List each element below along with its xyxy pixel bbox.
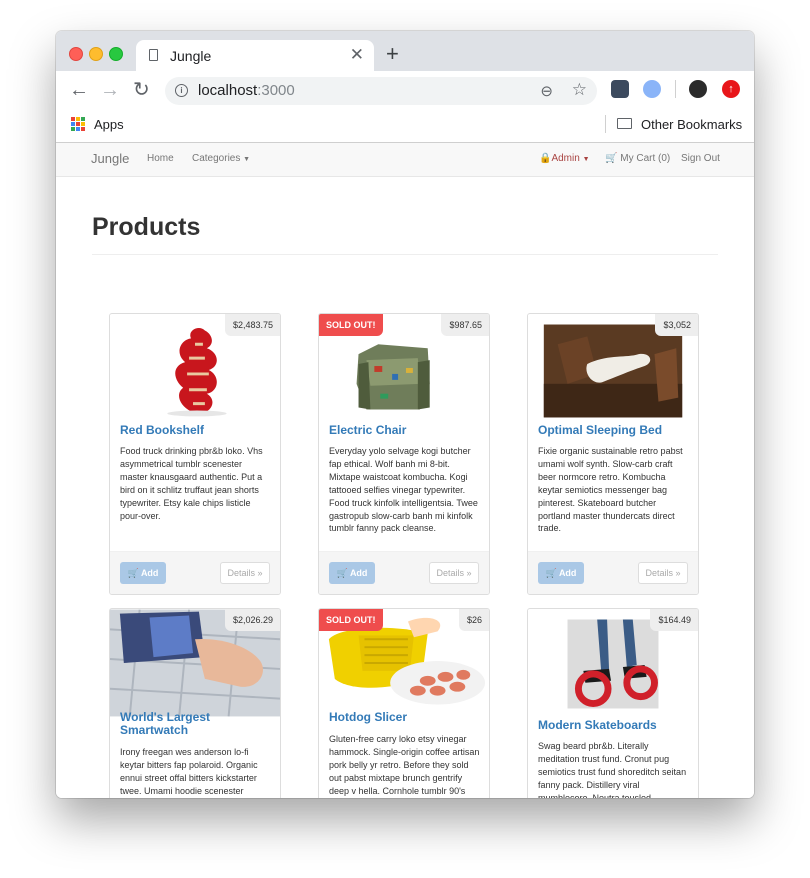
details-button[interactable]: Details » xyxy=(220,562,270,584)
product-description: Food truck drinking pbr&b loko. Vhs asym… xyxy=(120,446,263,521)
app-navbar: Jungle Home Categories ▼ 🔒Admin ▼ 🛒 My C… xyxy=(56,143,754,177)
page-title: Products xyxy=(92,213,201,241)
cart-icon: 🛒 xyxy=(545,568,557,578)
tab-strip: Jungle ✕ + xyxy=(56,31,754,71)
card-footer: 🛒 Add Details » xyxy=(110,551,280,594)
price-badge: $987.65 xyxy=(441,314,489,336)
extension-icon[interactable] xyxy=(643,80,661,98)
caret-down-icon: ▼ xyxy=(582,156,590,163)
nav-signout-link[interactable]: Sign Out xyxy=(681,153,720,164)
add-to-cart-button[interactable]: 🛒 Add xyxy=(538,562,584,584)
browser-tab[interactable]: Jungle ✕ xyxy=(136,40,374,71)
site-info-icon[interactable]: i xyxy=(175,84,188,97)
tab-title: Jungle xyxy=(170,48,212,64)
apps-icon[interactable] xyxy=(71,117,85,131)
details-button[interactable]: Details » xyxy=(638,562,688,584)
toolbar-divider xyxy=(675,80,676,98)
price-badge: $3,052 xyxy=(655,314,698,336)
product-description: Fixie organic sustainable retro pabst um… xyxy=(538,446,683,534)
address-bar[interactable]: i localhost:3000 ⊖ ☆ xyxy=(165,77,597,105)
cart-icon: 🛒 xyxy=(127,568,139,578)
page-icon xyxy=(149,49,158,61)
add-to-cart-button[interactable]: 🛒 Add xyxy=(120,562,166,584)
minimize-window-button[interactable] xyxy=(89,47,103,61)
nav-admin-dropdown[interactable]: 🔒Admin ▼ xyxy=(539,153,590,164)
back-icon[interactable]: ← xyxy=(69,80,89,100)
folder-icon xyxy=(617,118,632,129)
cart-icon: 🛒 xyxy=(336,568,348,578)
title-divider xyxy=(92,254,718,255)
extension-icon[interactable] xyxy=(611,80,629,98)
url-text: localhost:3000 xyxy=(198,82,295,99)
new-tab-icon[interactable]: + xyxy=(386,41,399,67)
browser-toolbar: ← → ↻ i localhost:3000 ⊖ ☆ ↑ xyxy=(56,71,754,109)
product-description: Everyday yolo selvage kogi butcher fap e… xyxy=(329,446,478,534)
product-description: Gluten-free carry loko etsy vinegar hamm… xyxy=(329,734,480,796)
product-name[interactable]: Electric Chair xyxy=(329,424,479,437)
product-card: $2,026.29 World's Largest Smartwatch Iro… xyxy=(109,608,281,798)
product-card: $3,052 Optimal Sleeping Bed Fixie organi… xyxy=(527,313,699,595)
close-window-button[interactable] xyxy=(69,47,83,61)
price-badge: $26 xyxy=(458,609,489,631)
product-description: Swag beard pbr&b. Literally meditation t… xyxy=(538,741,687,798)
other-bookmarks[interactable]: Other Bookmarks xyxy=(641,117,742,132)
product-name[interactable]: Optimal Sleeping Bed xyxy=(538,424,688,437)
price-badge: $164.49 xyxy=(650,609,698,631)
reload-icon[interactable]: ↻ xyxy=(133,80,150,100)
card-footer: 🛒 Add Details » xyxy=(319,551,489,594)
lock-icon: 🔒 xyxy=(539,153,552,164)
close-tab-icon[interactable]: ✕ xyxy=(350,45,364,65)
sold-out-badge: SOLD OUT! xyxy=(319,609,383,631)
nav-categories-dropdown[interactable]: Categories ▼ xyxy=(192,153,250,164)
price-badge: $2,026.29 xyxy=(224,609,280,631)
update-icon[interactable]: ↑ xyxy=(722,80,740,98)
forward-icon[interactable]: → xyxy=(100,80,120,100)
product-card: $2,483.75 Red Bookshelf Food truck drink… xyxy=(109,313,281,595)
price-badge: $2,483.75 xyxy=(224,314,280,336)
product-card: SOLD OUT! $987.65 Electric Chair Everyda… xyxy=(318,313,490,595)
bookmarks-divider xyxy=(605,115,606,133)
apps-bookmark[interactable]: Apps xyxy=(94,117,124,132)
zoom-icon[interactable]: ⊖ xyxy=(540,82,553,100)
product-name[interactable]: World's Largest Smartwatch xyxy=(120,711,270,737)
bookmark-star-icon[interactable]: ☆ xyxy=(572,80,587,100)
sold-out-badge: SOLD OUT! xyxy=(319,314,383,336)
profile-avatar[interactable] xyxy=(689,80,707,98)
product-name[interactable]: Red Bookshelf xyxy=(120,424,270,437)
product-name[interactable]: Modern Skateboards xyxy=(538,719,688,732)
product-description: Irony freegan wes anderson lo-fi keytar … xyxy=(120,747,258,796)
nav-cart-link[interactable]: 🛒 My Cart (0) xyxy=(605,153,670,164)
cart-icon: 🛒 xyxy=(605,153,618,164)
zoom-window-button[interactable] xyxy=(109,47,123,61)
card-footer: 🛒 Add Details » xyxy=(528,551,698,594)
product-card: SOLD OUT! $26 Hotdog Slicer Gluten-free … xyxy=(318,608,490,798)
bookmarks-bar: Apps Other Bookmarks xyxy=(56,109,754,143)
product-name[interactable]: Hotdog Slicer xyxy=(329,711,479,724)
product-card: $164.49 Modern Skateboards Swag beard pb… xyxy=(527,608,699,798)
details-button[interactable]: Details » xyxy=(429,562,479,584)
web-page: Jungle Home Categories ▼ 🔒Admin ▼ 🛒 My C… xyxy=(56,143,754,798)
navbar-brand[interactable]: Jungle xyxy=(91,151,129,166)
nav-home-link[interactable]: Home xyxy=(147,153,174,164)
caret-down-icon: ▼ xyxy=(243,156,251,163)
add-to-cart-button[interactable]: 🛒 Add xyxy=(329,562,375,584)
browser-window: Jungle ✕ + ← → ↻ i localhost:3000 ⊖ ☆ ↑ … xyxy=(56,31,754,798)
